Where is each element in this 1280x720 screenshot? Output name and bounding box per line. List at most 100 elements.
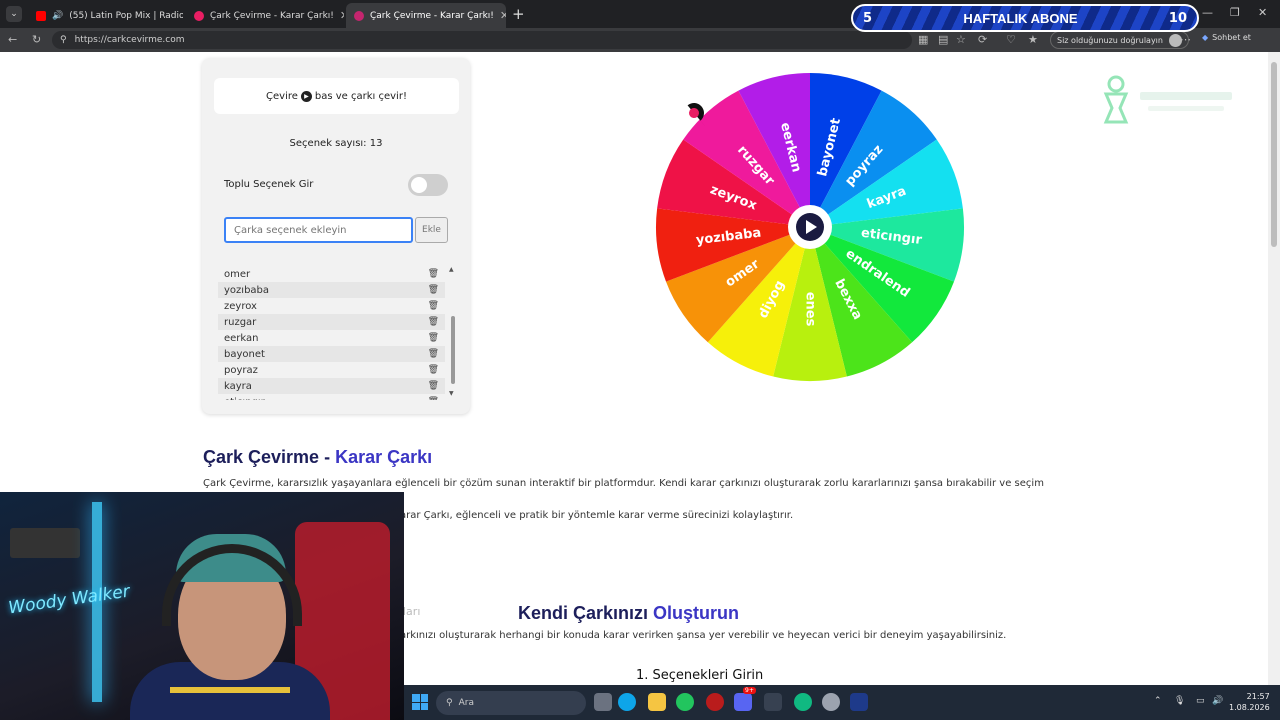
site-favicon-icon bbox=[354, 10, 364, 21]
favorite-star-icon[interactable]: ☆ bbox=[956, 33, 966, 46]
back-icon[interactable]: ← bbox=[8, 33, 17, 46]
clock[interactable]: 21:57 1.08.2026 bbox=[1229, 691, 1270, 713]
option-count: Seçenek sayısı: 13 bbox=[289, 138, 383, 149]
hint-text-before: Çevire bbox=[266, 90, 298, 102]
option-label: poyraz bbox=[224, 364, 258, 376]
decision-wheel[interactable]: bayonetpoyrazkayraeticıngırendralendbexx… bbox=[654, 71, 966, 383]
windows-start-icon[interactable] bbox=[412, 694, 428, 710]
list-item: kayra 🗑 bbox=[218, 378, 445, 394]
file-explorer-icon[interactable] bbox=[648, 693, 666, 711]
reading-view-icon[interactable]: ▤ bbox=[938, 33, 948, 46]
favorites-icon[interactable]: ★ bbox=[1028, 33, 1038, 46]
taskbar: ⚲ Ara 9+ ⌃ 🎙 ▭ 🔊 21:57 1.08.2026 bbox=[404, 685, 1280, 720]
title-part-a: Çark Çevirme - bbox=[203, 447, 336, 467]
hint-text-after: bas ve çarkı çevir! bbox=[314, 90, 407, 102]
scroll-down-icon[interactable]: ▼ bbox=[449, 390, 454, 397]
copilot-icon: ◆ bbox=[1202, 33, 1209, 42]
edge-icon[interactable] bbox=[618, 693, 636, 711]
wheel-segment-label: enes bbox=[803, 292, 818, 327]
list-item: yozıbaba 🗑 bbox=[218, 282, 445, 298]
close-tab-icon[interactable]: ✕ bbox=[500, 9, 506, 22]
browser-essentials-icon[interactable]: ♡ bbox=[1006, 33, 1016, 46]
banner-right-count: 10 bbox=[1168, 10, 1187, 26]
list-item: poyraz 🗑 bbox=[218, 362, 445, 378]
delete-icon[interactable]: 🗑 bbox=[428, 381, 439, 391]
split-screen-icon[interactable]: ▦ bbox=[918, 33, 928, 46]
add-option-button[interactable]: Ekle bbox=[415, 217, 448, 243]
site-favicon-icon bbox=[194, 10, 204, 21]
list-item: eerkan 🗑 bbox=[218, 330, 445, 346]
url-field[interactable]: ⚲ https://carkcevirme.com bbox=[52, 31, 912, 49]
shelf-figures bbox=[10, 528, 80, 558]
maximize-icon[interactable]: ❐ bbox=[1230, 6, 1240, 19]
close-window-icon[interactable]: ✕ bbox=[1258, 6, 1267, 19]
scroll-thumb[interactable] bbox=[451, 316, 455, 384]
delete-icon[interactable]: 🗑 bbox=[428, 349, 439, 359]
discord-icon[interactable]: 9+ bbox=[734, 687, 756, 711]
delete-icon[interactable]: 🗑 bbox=[428, 365, 439, 375]
reload-icon[interactable]: ↻ bbox=[32, 33, 41, 46]
mic-icon[interactable]: 🎙 bbox=[1174, 696, 1185, 706]
delete-icon[interactable]: 🗑 bbox=[428, 269, 439, 279]
delete-icon[interactable]: 🗑 bbox=[428, 397, 439, 400]
option-label: kayra bbox=[224, 380, 252, 392]
tab-title: Çark Çevirme - Karar Çarkı! bbox=[210, 10, 334, 21]
option-label: eerkan bbox=[224, 332, 259, 344]
close-tab-icon[interactable]: ✕ bbox=[340, 9, 344, 22]
shirt-stripe bbox=[170, 687, 290, 693]
more-menu-icon[interactable]: ⋯ bbox=[1180, 33, 1191, 46]
spin-hint: Çevire ▶ bas ve çarkı çevir! bbox=[214, 78, 459, 114]
tab-latin-pop[interactable]: 🔊 (55) Latin Pop Mix | Radio Hits 2 bbox=[28, 3, 183, 28]
app-icon[interactable] bbox=[794, 693, 812, 711]
obscured-text: ları bbox=[403, 605, 421, 618]
option-input[interactable] bbox=[224, 217, 413, 243]
option-label: bayonet bbox=[224, 348, 265, 360]
task-view-icon[interactable] bbox=[594, 693, 612, 711]
delete-icon[interactable]: 🗑 bbox=[428, 317, 439, 327]
title-part-b: Karar Çarkı bbox=[335, 447, 433, 467]
chrome-icon[interactable] bbox=[822, 693, 840, 711]
option-label: omer bbox=[224, 268, 251, 280]
minimize-icon[interactable]: — bbox=[1202, 6, 1213, 19]
extension-icon[interactable]: ⟳ bbox=[978, 33, 987, 46]
clock-time: 21:57 bbox=[1246, 692, 1270, 701]
page-scroll-thumb[interactable] bbox=[1271, 62, 1277, 247]
site-info-icon[interactable]: ⚲ bbox=[60, 35, 67, 45]
app-icon[interactable] bbox=[764, 693, 782, 711]
play-icon: ▶ bbox=[300, 90, 312, 102]
upwork-icon[interactable] bbox=[676, 693, 694, 711]
scroll-up-icon[interactable]: ▲ bbox=[449, 266, 454, 273]
spin-button[interactable] bbox=[796, 213, 824, 241]
delete-icon[interactable]: 🗑 bbox=[428, 333, 439, 343]
page-scrollbar[interactable] bbox=[1268, 52, 1280, 685]
section-title-b: Oluşturun bbox=[653, 603, 740, 623]
bulk-entry-label: Toplu Seçenek Gir bbox=[224, 179, 314, 190]
tab-cark-1[interactable]: Çark Çevirme - Karar Çarkı! ✕ bbox=[186, 3, 344, 28]
tab-cark-active[interactable]: Çark Çevirme - Karar Çarkı! ✕ bbox=[346, 3, 506, 28]
youtube-icon bbox=[36, 10, 46, 21]
tray-chevron-icon[interactable]: ⌃ bbox=[1154, 696, 1162, 706]
list-item: eticıngır 🗑 bbox=[218, 394, 445, 401]
step-heading: 1. Seçenekleri Girin bbox=[636, 668, 764, 683]
option-label: eticıngır bbox=[224, 397, 265, 401]
list-item: ruzgar 🗑 bbox=[218, 314, 445, 330]
option-list-scrollbar[interactable]: ▲ ▼ bbox=[449, 266, 457, 400]
tab-title: Çark Çevirme - Karar Çarkı! bbox=[370, 10, 494, 21]
option-label: yozıbaba bbox=[224, 284, 270, 296]
tab-menu-button[interactable]: ⌄ bbox=[6, 6, 22, 22]
volume-icon[interactable]: 🔊 bbox=[1212, 696, 1223, 706]
taskbar-search[interactable]: ⚲ Ara bbox=[436, 691, 586, 715]
option-label: zeyrox bbox=[224, 300, 257, 312]
delete-icon[interactable]: 🗑 bbox=[428, 301, 439, 311]
bulk-entry-toggle[interactable] bbox=[408, 174, 448, 196]
profile-verify-button[interactable]: Siz olduğunuzu doğrulayın bbox=[1050, 31, 1189, 49]
new-tab-icon[interactable]: + bbox=[512, 5, 525, 23]
network-icon[interactable]: ▭ bbox=[1196, 696, 1205, 706]
copilot-chat-button[interactable]: ◆ Sohbet et bbox=[1202, 33, 1251, 42]
app-icon[interactable] bbox=[706, 693, 724, 711]
delete-icon[interactable]: 🗑 bbox=[428, 285, 439, 295]
options-panel: Çevire ▶ bas ve çarkı çevir! Seçenek say… bbox=[202, 58, 470, 414]
neon-sign: Woody Walker bbox=[7, 581, 131, 619]
steam-icon[interactable] bbox=[850, 693, 868, 711]
speaker-icon[interactable]: 🔊 bbox=[52, 11, 63, 21]
